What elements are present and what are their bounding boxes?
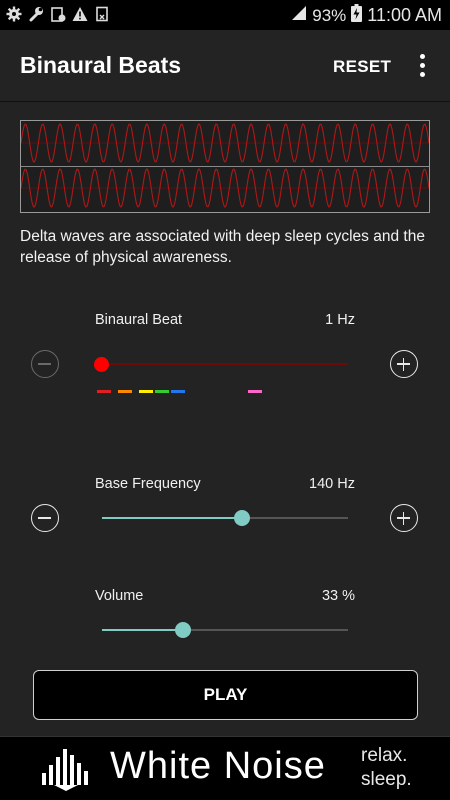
band-marker [171, 390, 185, 393]
battery-charging-icon [351, 4, 363, 27]
wrench-icon [28, 6, 44, 22]
base-frequency-slider[interactable] [102, 508, 348, 528]
volume-value: 33 % [321, 588, 355, 604]
base-frequency-thumb[interactable] [234, 510, 250, 526]
binaural-beat-thumb[interactable] [94, 356, 109, 372]
band-marker [118, 390, 132, 393]
binaural-beat-value: 1 Hz [325, 312, 355, 328]
banner-title: White Noise [110, 745, 326, 787]
binaural-beat-label: Binaural Beat [95, 312, 183, 328]
band-marker [97, 390, 111, 393]
play-button[interactable]: PLAY [33, 670, 418, 720]
base-frequency-label: Base Frequency [95, 476, 201, 492]
waveform-graph [20, 123, 430, 208]
volume-label: Volume [95, 588, 144, 604]
battery-level: 93% [312, 5, 347, 25]
notification-icons [6, 6, 110, 22]
wave-description: Delta waves are associated with deep sle… [20, 228, 425, 266]
more-vert-icon[interactable] [414, 54, 430, 80]
signal-icon [291, 5, 307, 26]
status-bar: 93% 11:00 AM [0, 0, 450, 30]
volume-thumb[interactable] [175, 622, 191, 638]
warning-icon [72, 6, 88, 22]
app-bar: Binaural Beats RESET [0, 30, 450, 102]
base-frequency-value: 140 Hz [309, 476, 355, 492]
banner-tagline-sleep: sleep. [361, 769, 412, 790]
gear-icon [6, 6, 22, 22]
reset-button[interactable]: RESET [333, 57, 391, 77]
band-marker [248, 390, 262, 393]
banner-tagline-relax: relax. [361, 745, 408, 766]
binaural-beat-increase-button[interactable] [390, 350, 418, 378]
clipboard-icon [50, 6, 66, 22]
volume-slider[interactable] [102, 620, 348, 640]
page-title: Binaural Beats [20, 52, 182, 78]
binaural-beat-decrease-button[interactable] [31, 350, 59, 378]
band-marker [139, 390, 153, 393]
waveform-display [20, 120, 430, 213]
system-status: 93% 11:00 AM [291, 4, 442, 27]
base-frequency-increase-button[interactable] [390, 504, 418, 532]
white-noise-logo-icon [40, 747, 94, 791]
band-marker [155, 390, 169, 393]
clock: 11:00 AM [367, 5, 442, 25]
ad-banner[interactable]: White Noise relax. sleep. [0, 736, 450, 800]
binaural-beat-slider[interactable] [94, 354, 348, 374]
base-frequency-decrease-button[interactable] [31, 504, 59, 532]
main-content: Delta waves are associated with deep sle… [0, 102, 450, 736]
file-icon [94, 6, 110, 22]
